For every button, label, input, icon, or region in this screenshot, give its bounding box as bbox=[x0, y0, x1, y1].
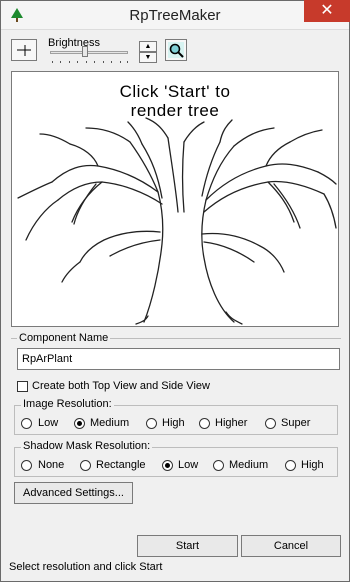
image-res-higher-radio[interactable] bbox=[199, 418, 210, 429]
image-res-higher-label[interactable]: Higher bbox=[215, 417, 247, 429]
create-both-views-checkbox[interactable] bbox=[17, 381, 28, 392]
advanced-settings-button[interactable]: Advanced Settings... bbox=[14, 482, 133, 504]
shadow-res-high-label[interactable]: High bbox=[301, 459, 324, 471]
brightness-slider-track[interactable] bbox=[50, 51, 128, 54]
zoom-icon bbox=[168, 42, 184, 58]
image-res-medium-label[interactable]: Medium bbox=[90, 417, 129, 429]
spinner-up-button[interactable]: ▲ bbox=[139, 41, 157, 52]
shadow-res-high-radio[interactable] bbox=[285, 460, 296, 471]
pin-button[interactable] bbox=[11, 39, 37, 61]
image-res-low-radio[interactable] bbox=[21, 418, 32, 429]
shadow-res-none-radio[interactable] bbox=[21, 460, 32, 471]
image-resolution-title: Image Resolution: bbox=[21, 398, 114, 410]
image-res-medium-radio[interactable] bbox=[74, 418, 85, 429]
brightness-ticks bbox=[52, 61, 128, 63]
window-title: RpTreeMaker bbox=[129, 7, 221, 24]
start-button[interactable]: Start bbox=[137, 535, 238, 557]
image-res-low-label[interactable]: Low bbox=[38, 417, 58, 429]
component-name-title: Component Name bbox=[17, 332, 111, 344]
tree-outline-illustration bbox=[17, 117, 337, 325]
shadow-res-rectangle-label[interactable]: Rectangle bbox=[96, 459, 146, 471]
status-text: Select resolution and click Start bbox=[9, 561, 163, 573]
title-bar: RpTreeMaker ✕ bbox=[1, 0, 350, 30]
brightness-slider-group: Brightness bbox=[44, 37, 132, 67]
image-res-super-radio[interactable] bbox=[265, 418, 276, 429]
brightness-label: Brightness bbox=[48, 37, 100, 49]
close-button[interactable]: ✕ bbox=[304, 0, 350, 22]
cancel-button[interactable]: Cancel bbox=[241, 535, 341, 557]
spinner-down-button[interactable]: ▼ bbox=[139, 52, 157, 63]
shadow-res-medium-label[interactable]: Medium bbox=[229, 459, 268, 471]
create-both-views-label[interactable]: Create both Top View and Side View bbox=[32, 380, 210, 392]
shadow-res-medium-radio[interactable] bbox=[213, 460, 224, 471]
image-res-super-label[interactable]: Super bbox=[281, 417, 310, 429]
brightness-slider-thumb[interactable] bbox=[82, 46, 89, 57]
shadow-res-none-label[interactable]: None bbox=[38, 459, 64, 471]
component-name-input[interactable]: RpArPlant bbox=[17, 348, 340, 370]
image-res-high-label[interactable]: High bbox=[162, 417, 185, 429]
image-res-high-radio[interactable] bbox=[146, 418, 157, 429]
zoom-button[interactable] bbox=[165, 39, 187, 61]
brightness-spinner: ▲ ▼ bbox=[139, 41, 157, 63]
shadow-res-low-radio[interactable] bbox=[162, 460, 173, 471]
shadow-res-low-label[interactable]: Low bbox=[178, 459, 198, 471]
app-window: RpTreeMaker ✕ Brightness ▲ ▼ Click 'Star… bbox=[0, 0, 350, 582]
shadow-res-rectangle-radio[interactable] bbox=[80, 460, 91, 471]
shadow-resolution-title: Shadow Mask Resolution: bbox=[21, 440, 153, 452]
render-canvas: Click 'Start' to render tree bbox=[11, 71, 339, 327]
pin-icon bbox=[17, 45, 31, 56]
